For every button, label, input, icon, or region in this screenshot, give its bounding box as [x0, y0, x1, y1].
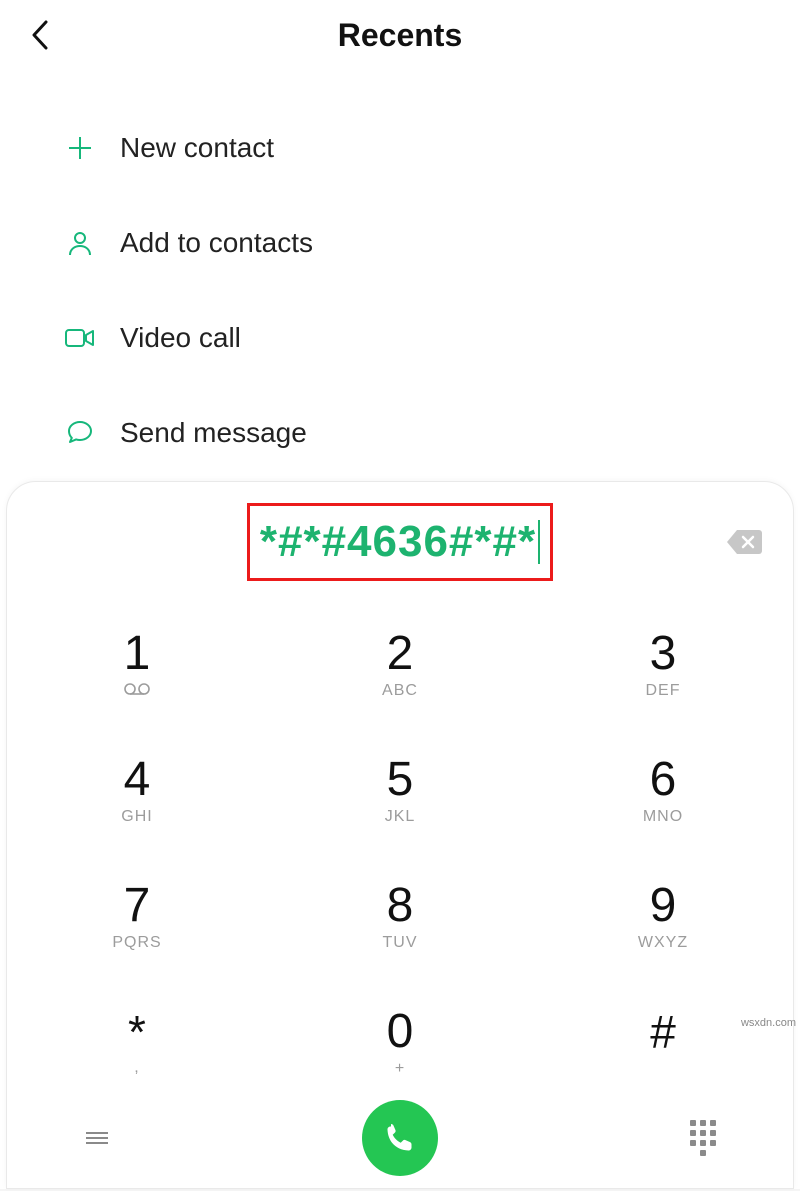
- watermark: wsxdn.com: [741, 1017, 796, 1029]
- phone-icon: [382, 1120, 418, 1156]
- key-4[interactable]: 4GHI: [37, 729, 237, 853]
- new-contact-label: New contact: [120, 132, 274, 164]
- send-message-item[interactable]: Send message: [0, 385, 800, 480]
- key-7[interactable]: 7PQRS: [37, 855, 237, 979]
- menu-icon: [86, 1129, 108, 1147]
- video-call-label: Video call: [120, 322, 241, 354]
- key-star[interactable]: *,: [37, 981, 237, 1105]
- keypad: 1 2ABC 3DEF 4GHI 5JKL 6MNO 7PQRS 8TUV 9W…: [7, 589, 793, 1105]
- menu-button[interactable]: [67, 1108, 127, 1168]
- dialpad-toggle-button[interactable]: [673, 1108, 733, 1168]
- key-9[interactable]: 9WXYZ: [563, 855, 763, 979]
- backspace-icon: [725, 528, 765, 556]
- chat-icon: [40, 419, 120, 447]
- plus-icon: [40, 134, 120, 162]
- key-1[interactable]: 1: [37, 603, 237, 727]
- new-contact-item[interactable]: New contact: [0, 100, 800, 195]
- key-5[interactable]: 5JKL: [300, 729, 500, 853]
- dial-input-highlight: *#*#4636#*#*: [247, 503, 553, 581]
- page-title: Recents: [0, 17, 800, 54]
- call-button[interactable]: [362, 1100, 438, 1176]
- key-6[interactable]: 6MNO: [563, 729, 763, 853]
- dialer-footer: [7, 1092, 793, 1188]
- voicemail-icon: [124, 682, 150, 700]
- add-to-contacts-label: Add to contacts: [120, 227, 313, 259]
- actions-list: New contact Add to contacts Video call S…: [0, 70, 800, 480]
- video-call-item[interactable]: Video call: [0, 290, 800, 385]
- person-icon: [40, 229, 120, 257]
- add-to-contacts-item[interactable]: Add to contacts: [0, 195, 800, 290]
- key-0[interactable]: 0+: [300, 981, 500, 1105]
- key-hash[interactable]: #: [563, 981, 763, 1105]
- header: Recents: [0, 0, 800, 70]
- chevron-left-icon: [31, 20, 49, 50]
- key-3[interactable]: 3DEF: [563, 603, 763, 727]
- key-2[interactable]: 2ABC: [300, 603, 500, 727]
- backspace-button[interactable]: [725, 528, 765, 556]
- dial-input[interactable]: *#*#4636#*#*: [260, 517, 536, 567]
- send-message-label: Send message: [120, 417, 307, 449]
- key-8[interactable]: 8TUV: [300, 855, 500, 979]
- back-button[interactable]: [0, 0, 80, 70]
- video-icon: [40, 327, 120, 349]
- dialer-panel: *#*#4636#*#* 1 2ABC 3DEF 4GHI 5JKL 6MNO …: [6, 481, 794, 1189]
- dial-display: *#*#4636#*#*: [7, 494, 793, 589]
- text-cursor: [538, 520, 540, 564]
- dialpad-icon: [690, 1120, 716, 1156]
